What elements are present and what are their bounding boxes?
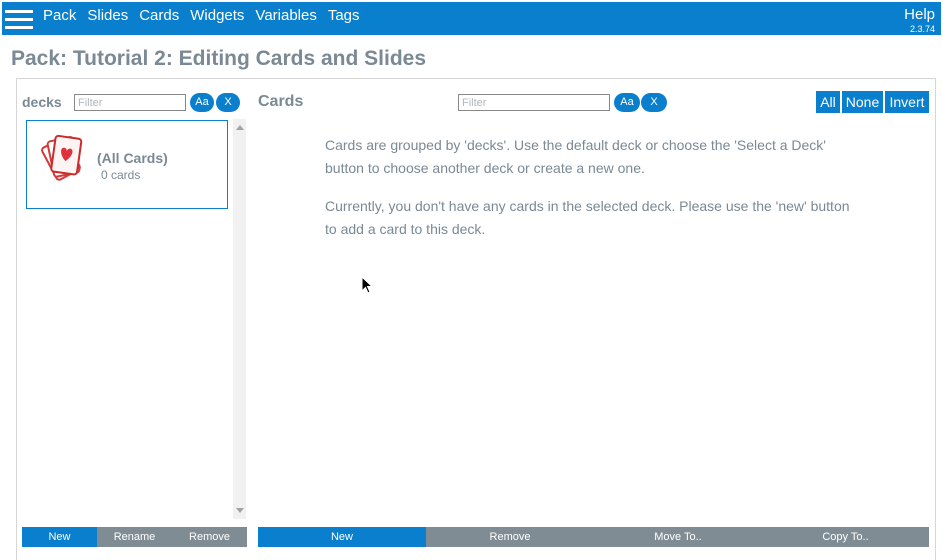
playing-cards-icon xyxy=(41,134,83,181)
help-link[interactable]: Help xyxy=(904,6,935,23)
cards-help-text-empty: Currently, you don't have any cards in t… xyxy=(325,198,850,237)
scroll-down-arrow-icon[interactable] xyxy=(236,508,244,513)
nav-tags[interactable]: Tags xyxy=(328,7,360,25)
new-card-button[interactable]: New xyxy=(258,527,426,547)
version-label: 2.3.74 xyxy=(909,24,935,34)
select-all-button[interactable]: All xyxy=(816,91,840,113)
move-to-button[interactable]: Move To.. xyxy=(594,527,762,547)
cards-case-toggle-button[interactable]: Aa xyxy=(614,93,640,112)
deck-name: (All Cards) xyxy=(97,150,168,166)
invert-selection-button[interactable]: Invert xyxy=(885,91,929,113)
nav-cards[interactable]: Cards xyxy=(139,7,179,25)
remove-card-button[interactable]: Remove xyxy=(426,527,594,547)
select-none-button[interactable]: None xyxy=(842,91,883,113)
nav-slides[interactable]: Slides xyxy=(87,7,128,25)
hamburger-menu-icon[interactable] xyxy=(5,8,33,30)
nav-variables[interactable]: Variables xyxy=(255,7,316,25)
copy-to-button[interactable]: Copy To.. xyxy=(762,527,929,547)
cards-help-text-decks: Cards are grouped by 'decks'. Use the de… xyxy=(325,137,826,176)
deck-list: (All Cards) 0 cards xyxy=(22,119,233,519)
deck-list-scrollbar[interactable] xyxy=(233,119,246,519)
decks-heading: decks xyxy=(22,94,62,110)
cards-filter-input[interactable] xyxy=(458,94,610,111)
rename-deck-button[interactable]: Rename xyxy=(97,527,172,547)
mouse-pointer-icon xyxy=(361,276,373,294)
decks-case-toggle-button[interactable]: Aa xyxy=(190,93,214,112)
page-title: Pack: Tutorial 2: Editing Cards and Slid… xyxy=(11,47,427,70)
decks-filter-input[interactable] xyxy=(74,94,186,111)
new-deck-button[interactable]: New xyxy=(22,527,97,547)
deck-card-count: 0 cards xyxy=(101,168,141,182)
scroll-up-arrow-icon[interactable] xyxy=(236,125,244,130)
nav-pack[interactable]: Pack xyxy=(43,7,76,25)
main-nav: Pack Slides Cards Widgets Variables Tags xyxy=(43,7,371,25)
cards-heading: Cards xyxy=(258,93,304,110)
remove-deck-button[interactable]: Remove xyxy=(172,527,247,547)
nav-widgets[interactable]: Widgets xyxy=(190,7,244,25)
cards-clear-filter-button[interactable]: X xyxy=(641,93,667,112)
deck-item-all-cards[interactable]: (All Cards) 0 cards xyxy=(26,120,228,209)
decks-clear-filter-button[interactable]: X xyxy=(216,93,240,112)
top-navigation-bar: Pack Slides Cards Widgets Variables Tags… xyxy=(2,2,941,35)
